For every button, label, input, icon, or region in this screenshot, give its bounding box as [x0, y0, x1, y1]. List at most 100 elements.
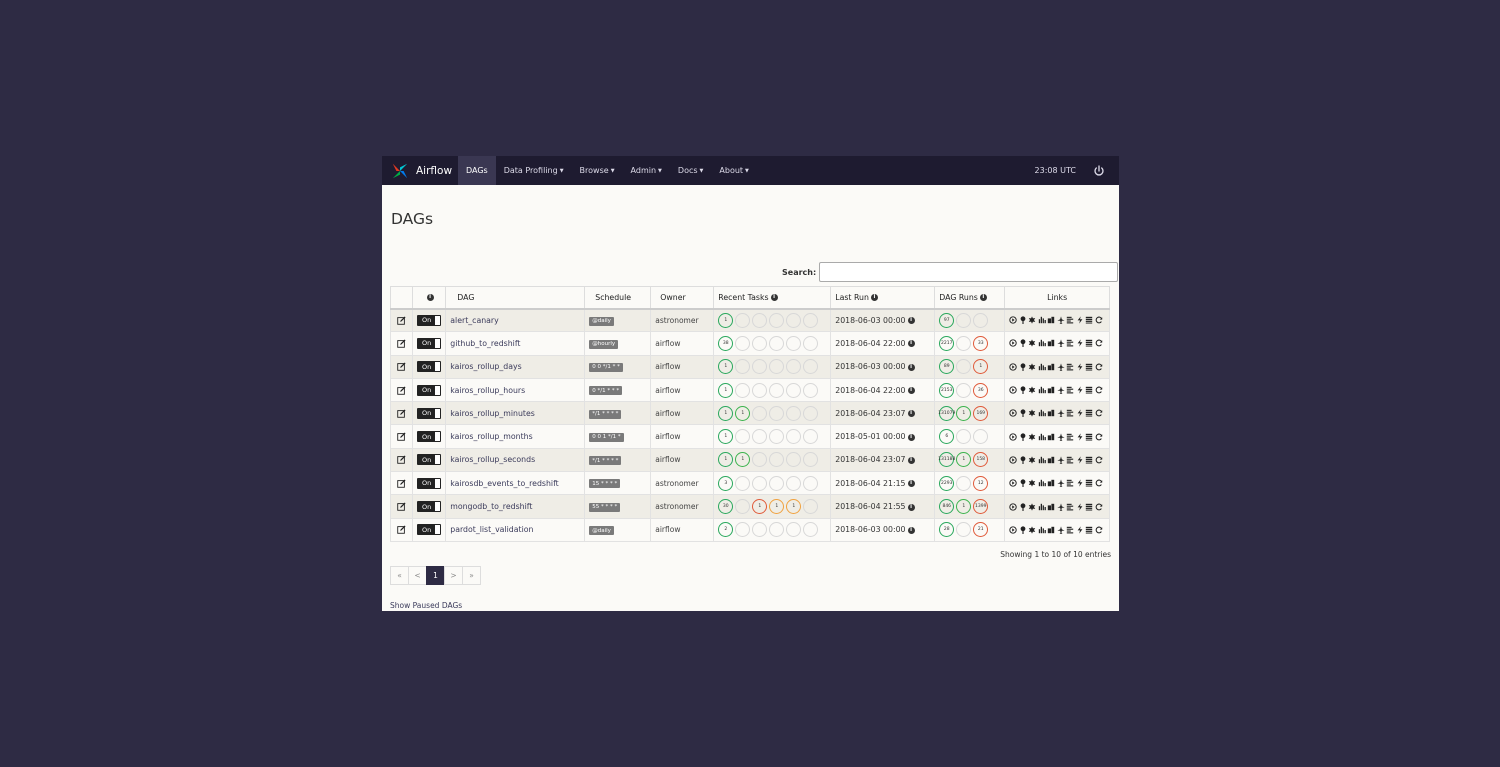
logs-icon[interactable] — [1085, 503, 1093, 511]
refresh-icon[interactable] — [1095, 386, 1103, 394]
nav-dags[interactable]: DAGs — [458, 156, 496, 185]
edit-icon[interactable] — [397, 479, 406, 488]
dag-run-state-circle[interactable] — [973, 429, 989, 445]
nav-docs[interactable]: Docs ▼ — [670, 156, 711, 185]
task-state-circle[interactable]: 1 — [718, 359, 734, 375]
gantt-icon[interactable] — [1066, 433, 1074, 441]
task-state-circle[interactable] — [735, 359, 751, 375]
play-icon[interactable] — [1009, 432, 1017, 441]
task-state-circle[interactable] — [786, 359, 802, 375]
info-icon[interactable]: i — [907, 410, 915, 418]
dag-link[interactable]: mongodb_to_redshift — [450, 502, 532, 511]
task-state-circle[interactable] — [735, 382, 751, 398]
task-state-circle[interactable] — [769, 382, 785, 398]
edit-icon[interactable] — [397, 362, 406, 371]
logs-icon[interactable] — [1085, 526, 1093, 534]
header-schedule[interactable]: Schedule — [584, 286, 652, 310]
task-state-circle[interactable]: 1 — [769, 499, 785, 515]
task-state-circle[interactable] — [786, 312, 802, 328]
tries-icon[interactable] — [1047, 433, 1055, 441]
duration-icon[interactable] — [1038, 479, 1046, 487]
dag-run-state-circle[interactable]: 2217 — [939, 335, 955, 351]
play-icon[interactable] — [1009, 339, 1017, 348]
landing-times-icon[interactable] — [1057, 502, 1065, 511]
dag-run-state-circle[interactable]: 2293 — [939, 475, 955, 491]
play-icon[interactable] — [1009, 363, 1017, 371]
dag-run-state-circle[interactable] — [973, 312, 989, 328]
duration-icon[interactable] — [1038, 386, 1046, 394]
pager-item[interactable]: 1 — [426, 566, 445, 585]
tries-icon[interactable] — [1047, 409, 1055, 417]
graph-icon[interactable] — [1028, 502, 1036, 511]
dag-run-state-circle[interactable]: 36 — [973, 382, 989, 398]
landing-times-icon[interactable] — [1057, 433, 1065, 441]
tree-icon[interactable] — [1019, 363, 1027, 371]
tries-icon[interactable] — [1047, 339, 1055, 347]
task-state-circle[interactable] — [803, 359, 819, 375]
task-state-circle[interactable] — [803, 475, 819, 491]
task-state-circle[interactable] — [752, 475, 768, 491]
nav-admin[interactable]: Admin ▼ — [623, 156, 670, 185]
task-state-circle[interactable] — [786, 475, 802, 491]
edit-icon[interactable] — [397, 432, 406, 441]
task-state-circle[interactable] — [735, 312, 751, 328]
dag-run-state-circle[interactable] — [956, 312, 972, 328]
dag-run-state-circle[interactable] — [956, 335, 972, 351]
info-icon[interactable]: i — [907, 363, 915, 371]
dag-run-state-circle[interactable] — [956, 359, 972, 375]
info-icon[interactable]: i — [907, 526, 915, 534]
dag-toggle[interactable]: On — [417, 407, 442, 419]
dag-link[interactable]: kairosdb_events_to_redshift — [450, 479, 559, 488]
header-recent-tasks[interactable]: Recent Tasks i — [713, 286, 832, 310]
duration-icon[interactable] — [1038, 339, 1046, 347]
dag-run-state-circle[interactable]: 21 — [973, 522, 989, 538]
tries-icon[interactable] — [1047, 456, 1055, 464]
duration-icon[interactable] — [1038, 433, 1046, 441]
task-state-circle[interactable] — [735, 499, 751, 515]
pager-item[interactable]: « — [390, 566, 409, 585]
edit-icon[interactable] — [397, 409, 406, 418]
task-state-circle[interactable] — [752, 335, 768, 351]
dag-link[interactable]: github_to_redshift — [450, 339, 520, 348]
logs-icon[interactable] — [1085, 386, 1093, 394]
dag-toggle[interactable]: On — [417, 314, 442, 326]
last-run-value[interactable]: 2018-06-03 00:00 — [835, 316, 905, 325]
power-icon[interactable] — [1093, 164, 1105, 177]
tree-icon[interactable] — [1019, 409, 1027, 418]
dag-run-state-circle[interactable] — [956, 429, 972, 445]
gantt-icon[interactable] — [1066, 316, 1074, 324]
play-icon[interactable] — [1009, 526, 1017, 534]
landing-times-icon[interactable] — [1057, 386, 1065, 395]
task-state-circle[interactable] — [752, 452, 768, 468]
edit-icon[interactable] — [397, 316, 406, 325]
info-icon[interactable]: i — [907, 340, 915, 348]
refresh-icon[interactable] — [1095, 479, 1103, 487]
logs-icon[interactable] — [1085, 479, 1093, 487]
dag-run-state-circle[interactable]: 131079 — [938, 405, 955, 421]
last-run-value[interactable]: 2018-05-01 00:00 — [835, 432, 905, 441]
task-state-circle[interactable] — [803, 522, 819, 538]
task-state-circle[interactable] — [752, 522, 768, 538]
task-state-circle[interactable] — [735, 522, 751, 538]
landing-times-icon[interactable] — [1057, 526, 1065, 534]
last-run-value[interactable]: 2018-06-04 23:07 — [835, 409, 905, 418]
graph-icon[interactable] — [1028, 386, 1036, 394]
refresh-icon[interactable] — [1095, 503, 1103, 511]
task-state-circle[interactable] — [786, 522, 802, 538]
refresh-icon[interactable] — [1095, 409, 1103, 417]
task-state-circle[interactable] — [803, 452, 819, 468]
dag-run-state-circle[interactable] — [956, 475, 972, 491]
dag-run-state-circle[interactable]: 6 — [939, 429, 955, 445]
play-icon[interactable] — [1009, 456, 1017, 464]
logs-icon[interactable] — [1085, 363, 1093, 371]
edit-icon[interactable] — [397, 455, 406, 465]
graph-icon[interactable] — [1028, 526, 1036, 534]
dag-toggle[interactable]: On — [417, 454, 442, 466]
task-state-circle[interactable] — [735, 335, 751, 351]
tree-icon[interactable] — [1019, 339, 1027, 348]
task-state-circle[interactable]: 1 — [718, 429, 734, 445]
info-icon[interactable]: i — [907, 480, 915, 488]
code-icon[interactable] — [1076, 456, 1084, 464]
tries-icon[interactable] — [1047, 386, 1055, 394]
gantt-icon[interactable] — [1066, 456, 1074, 464]
